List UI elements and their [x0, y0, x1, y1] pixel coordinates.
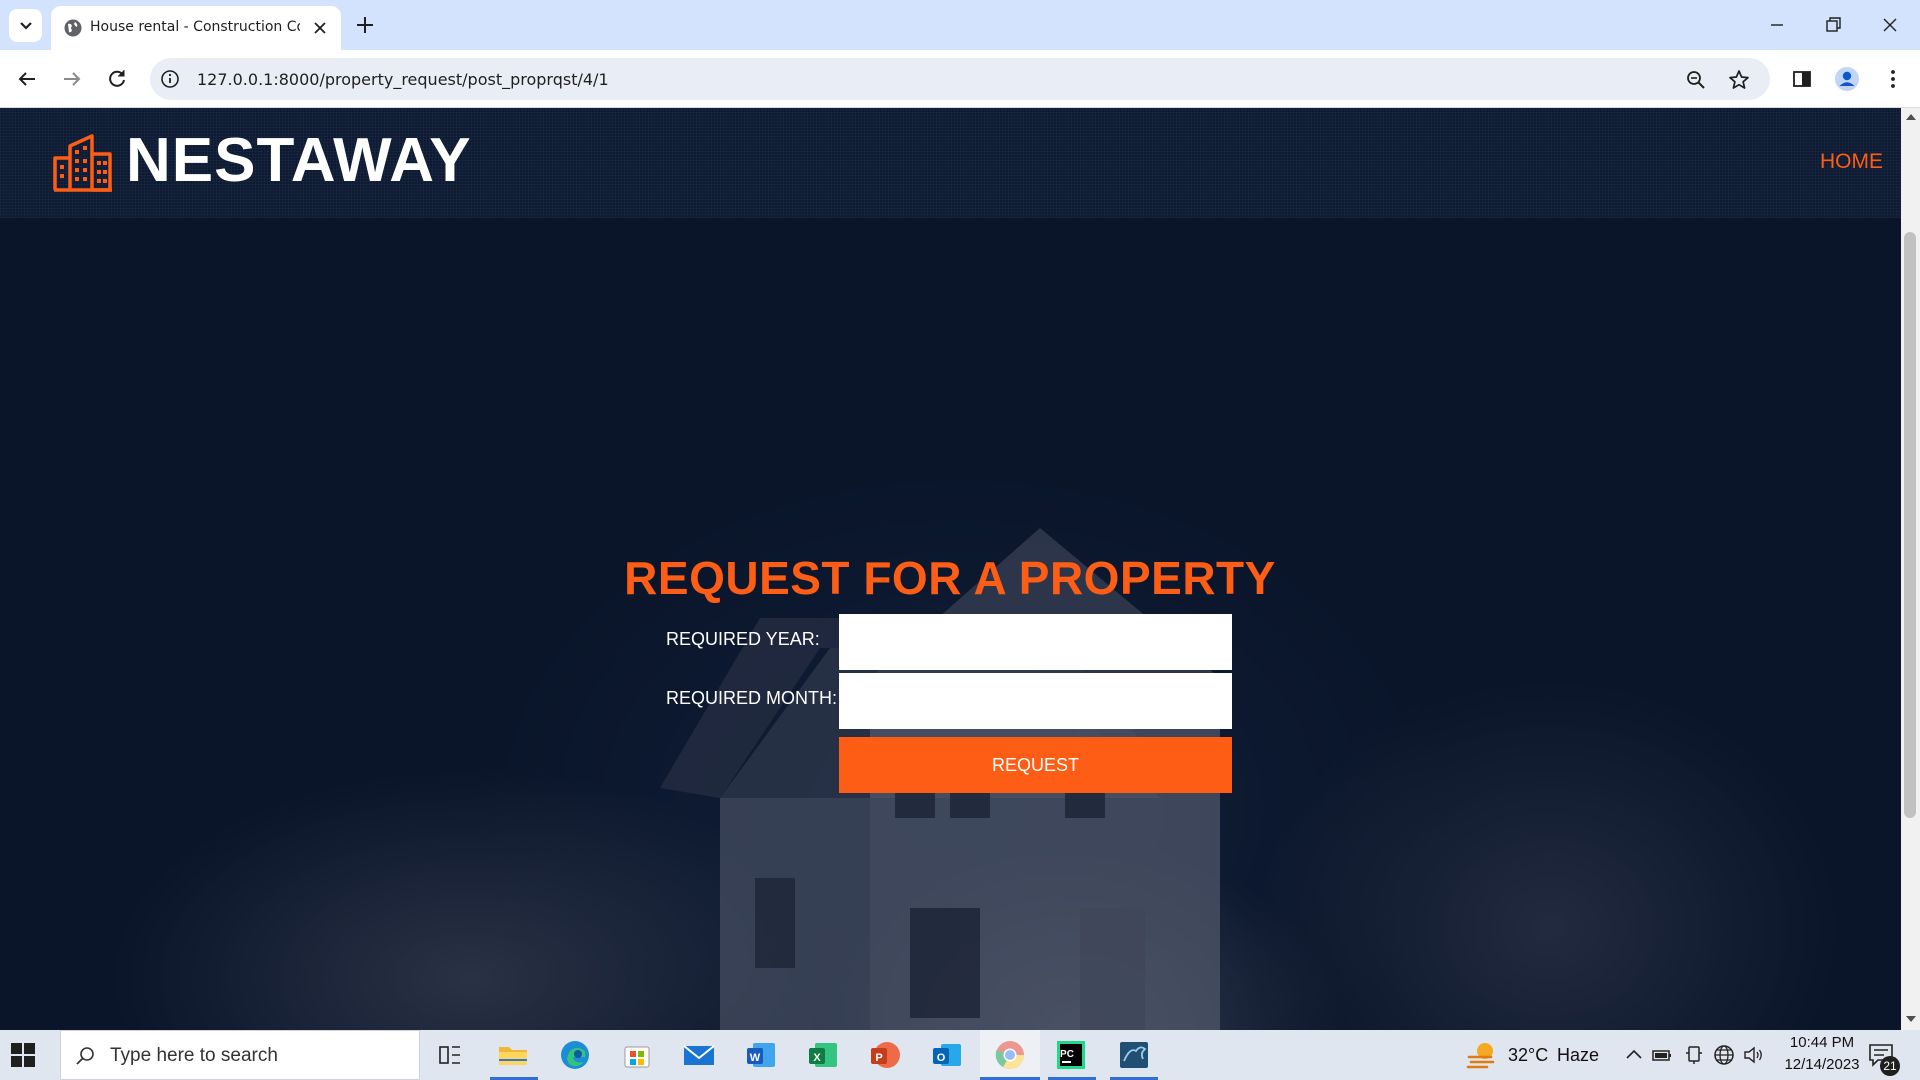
nav-home-link[interactable]: HOME [1820, 150, 1883, 174]
clock-date[interactable]: 12/14/2023 [1772, 1056, 1872, 1073]
globe-icon [64, 19, 82, 37]
browser-tab-strip: House rental - Construction Co [0, 0, 1920, 50]
tab-search-button[interactable] [9, 9, 42, 42]
network-globe-icon[interactable] [1712, 1043, 1736, 1067]
url-text: 127.0.0.1:8000/property_request/post_pro… [197, 70, 609, 89]
forward-arrow-icon[interactable] [57, 64, 87, 94]
required-year-input[interactable] [839, 614, 1232, 670]
notification-count-badge: 21 [1880, 1056, 1900, 1076]
chevron-up-icon[interactable] [1622, 1043, 1646, 1067]
svg-text:O: O [937, 1052, 946, 1064]
scrollbar-thumb[interactable] [1904, 232, 1916, 818]
clock-time[interactable]: 10:44 PM [1782, 1034, 1862, 1051]
windows-taskbar: Type here to search W X P O PC 32°C Haze… [0, 1030, 1920, 1080]
request-submit-button[interactable]: REQUEST [839, 737, 1232, 793]
required-month-input[interactable] [839, 673, 1232, 729]
file-explorer-icon[interactable] [495, 1037, 531, 1073]
battery-icon[interactable] [1650, 1043, 1674, 1067]
taskbar-search-box[interactable]: Type here to search [60, 1030, 420, 1080]
outlook-icon[interactable]: O [929, 1037, 965, 1073]
word-icon[interactable]: W [743, 1037, 779, 1073]
chevron-down-icon [19, 21, 32, 30]
weather-temp[interactable]: 32°C [1508, 1045, 1548, 1066]
task-view-icon[interactable] [432, 1037, 468, 1073]
scroll-up-arrow-icon[interactable] [1906, 114, 1916, 120]
svg-text:P: P [875, 1052, 882, 1064]
restore-icon[interactable] [1818, 10, 1848, 40]
weather-haze-icon[interactable] [1465, 1039, 1499, 1071]
brand-logo-text[interactable]: NESTAWAY [126, 128, 472, 194]
store-icon[interactable] [619, 1037, 655, 1073]
svg-text:W: W [750, 1052, 761, 1064]
close-window-icon[interactable] [1875, 10, 1905, 40]
minimize-icon[interactable] [1762, 10, 1792, 40]
reload-icon[interactable] [102, 64, 132, 94]
close-icon[interactable] [310, 18, 330, 38]
building-logo-icon [53, 134, 112, 192]
weather-desc[interactable]: Haze [1557, 1045, 1599, 1066]
bookmark-star-icon[interactable] [1727, 68, 1751, 92]
edge-icon[interactable] [557, 1037, 593, 1073]
mail-icon[interactable] [681, 1037, 717, 1073]
address-bar[interactable]: 127.0.0.1:8000/property_request/post_pro… [150, 58, 1770, 100]
svg-text:PC: PC [1060, 1049, 1074, 1060]
pycharm-icon[interactable]: PC [1053, 1037, 1089, 1073]
browser-tab[interactable]: House rental - Construction Co [51, 6, 341, 50]
mysql-workbench-icon[interactable] [1116, 1037, 1152, 1073]
svg-text:X: X [813, 1052, 821, 1064]
page-viewport: NESTAWAY HOME REQUEST FOR A PROPERTY REQ… [0, 108, 1920, 1030]
profile-avatar-icon[interactable] [1832, 64, 1862, 94]
zoom-icon[interactable] [1685, 69, 1707, 91]
kebab-menu-icon[interactable] [1878, 64, 1908, 94]
side-panel-icon[interactable] [1787, 64, 1817, 94]
volume-icon[interactable] [1741, 1043, 1765, 1067]
search-icon [76, 1047, 94, 1065]
required-month-label: REQUIRED MONTH: [666, 688, 837, 708]
chrome-active-highlight [980, 1030, 1040, 1080]
scroll-down-arrow-icon[interactable] [1906, 1016, 1916, 1022]
back-arrow-icon[interactable] [12, 64, 42, 94]
site-info-icon[interactable] [160, 69, 180, 89]
device-icon[interactable] [1682, 1043, 1706, 1067]
browser-toolbar: 127.0.0.1:8000/property_request/post_pro… [0, 50, 1920, 108]
site-header: NESTAWAY HOME [0, 108, 1901, 218]
powerpoint-icon[interactable]: P [867, 1037, 903, 1073]
required-year-label: REQUIRED YEAR: [666, 629, 820, 649]
new-tab-plus-icon[interactable] [352, 12, 378, 38]
windows-start-icon[interactable] [10, 1042, 36, 1068]
tab-title: House rental - Construction Co [90, 19, 300, 35]
form-title: REQUEST FOR A PROPERTY [624, 552, 1276, 604]
excel-icon[interactable]: X [805, 1037, 841, 1073]
taskbar-search-placeholder: Type here to search [110, 1045, 278, 1066]
